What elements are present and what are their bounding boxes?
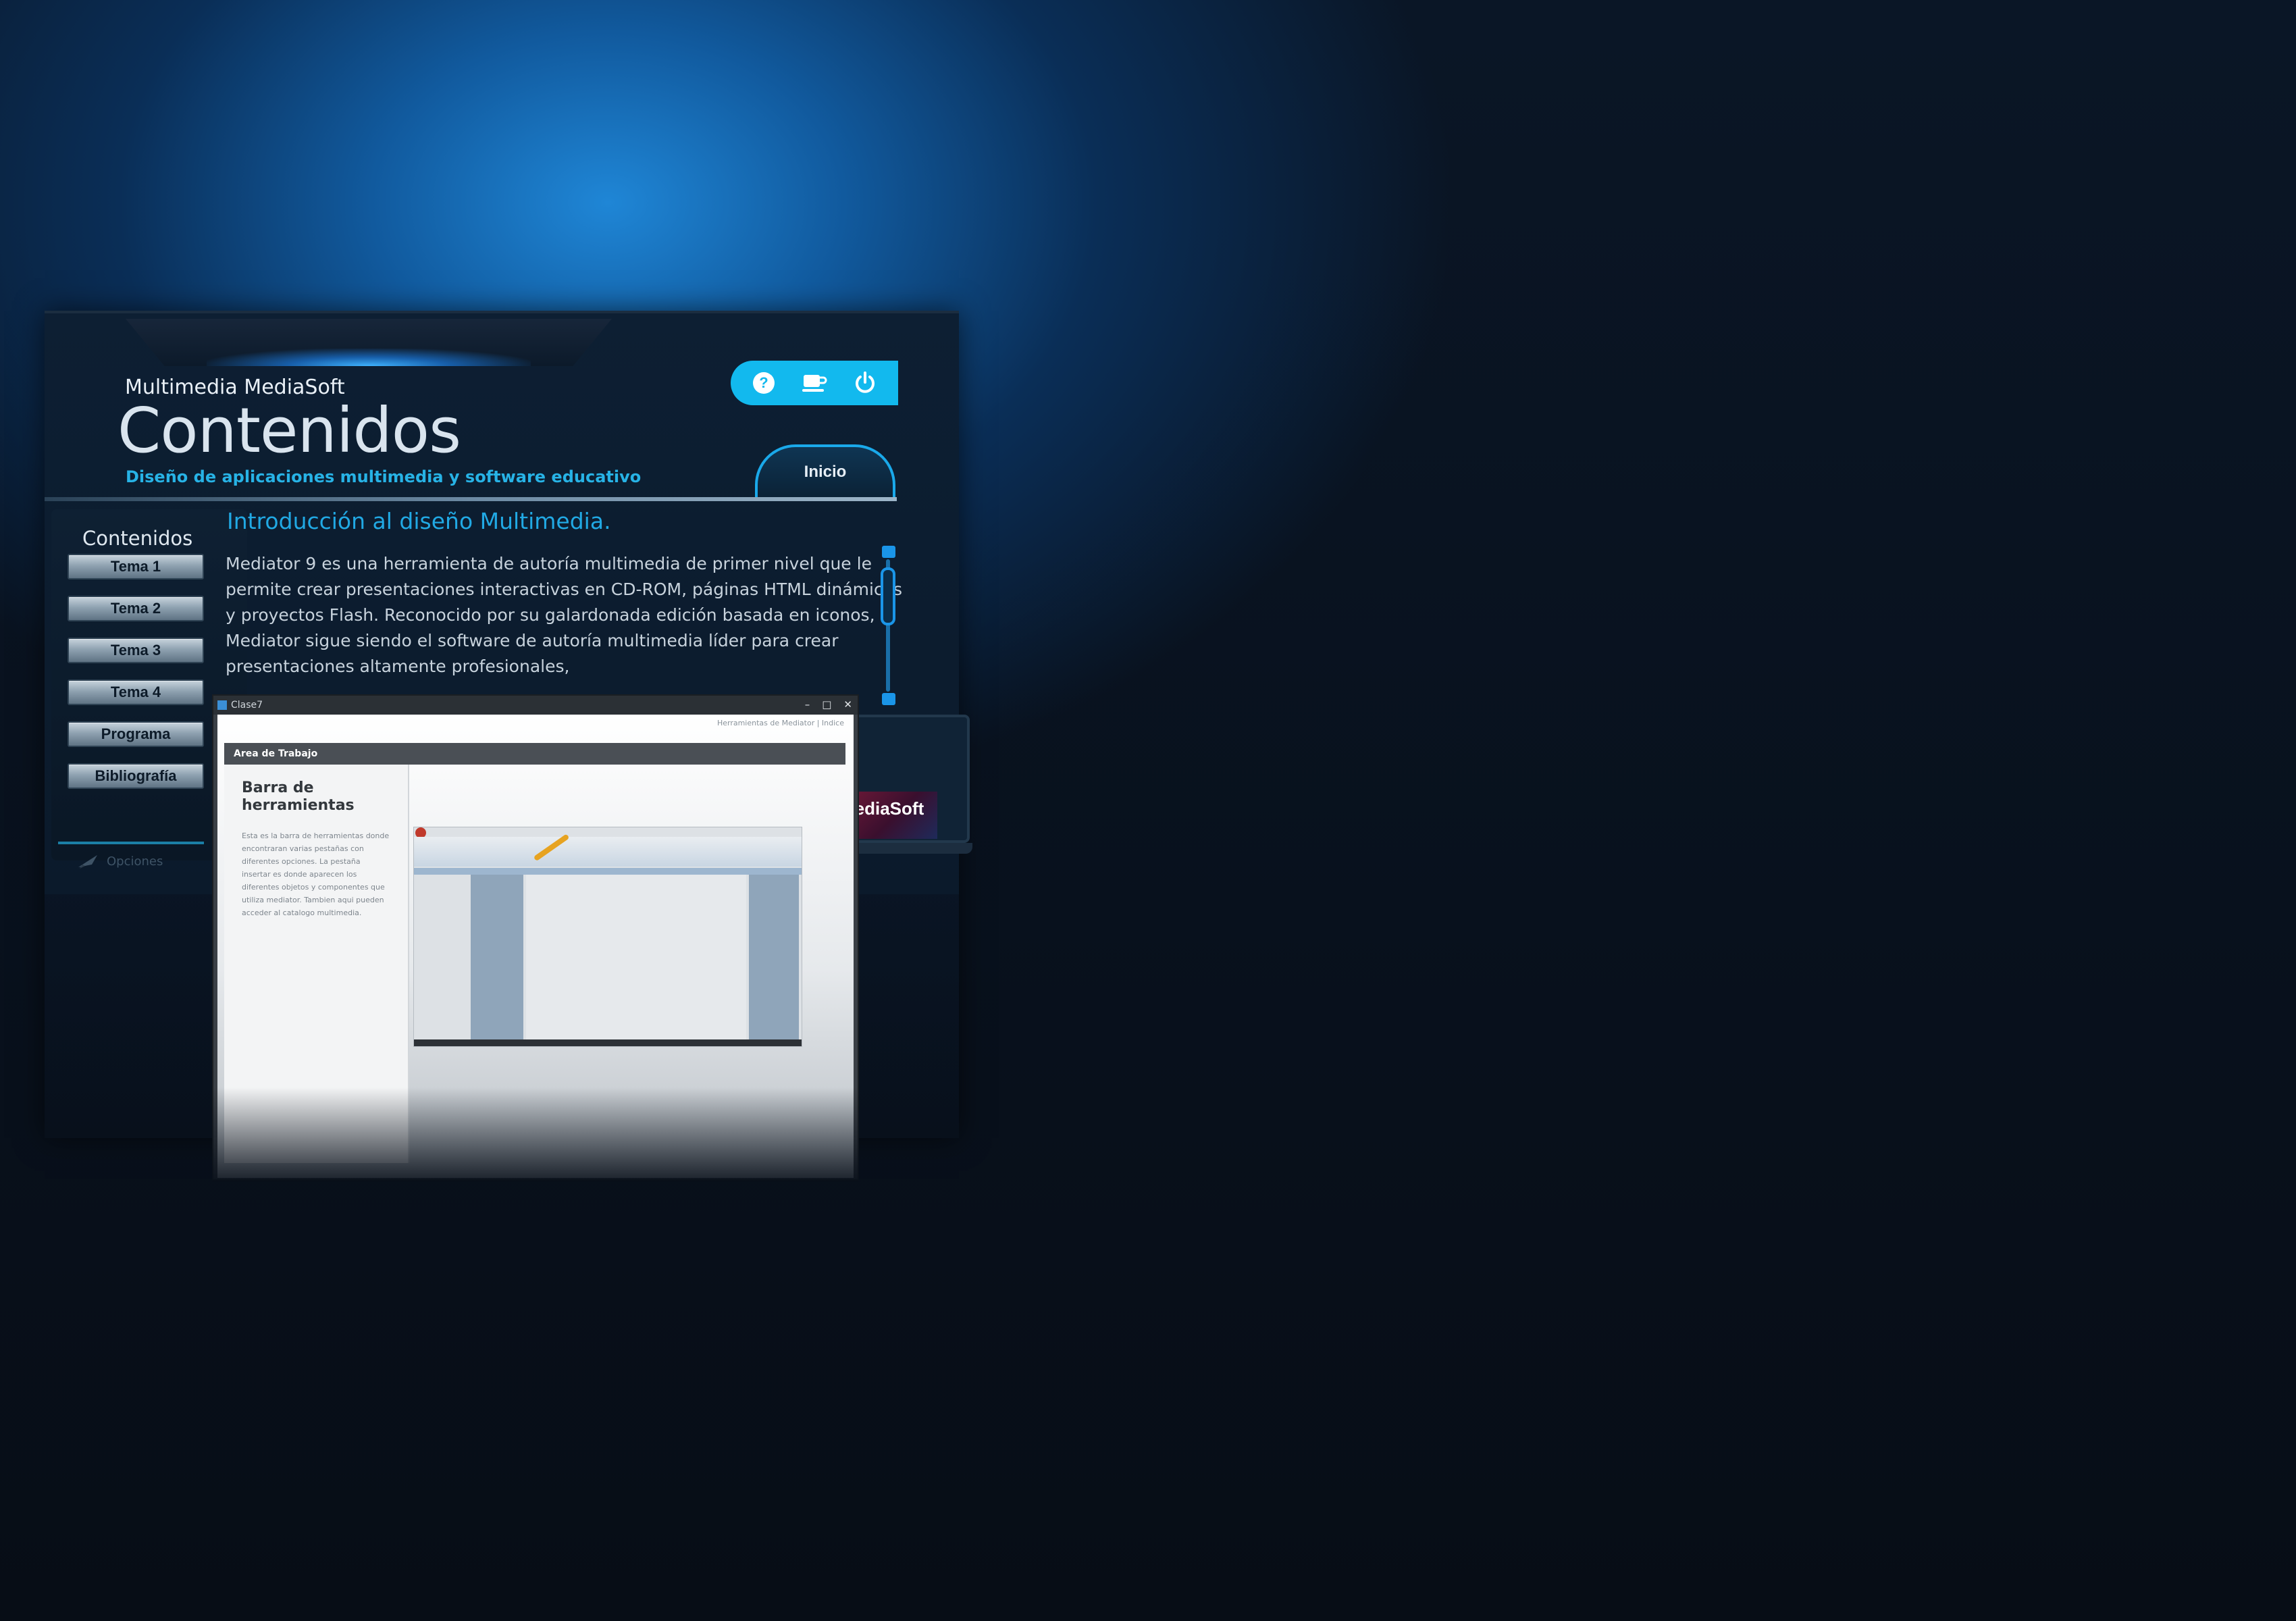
- sidebar-item-tema-2[interactable]: Tema 2: [68, 596, 204, 621]
- page-title: Contenidos: [118, 394, 461, 467]
- inner-status-bar: [414, 1039, 802, 1046]
- embedded-screenshot: Clase7 – □ ✕ Herramientas de Mediator | …: [212, 694, 859, 1181]
- inner-ribbon: [414, 837, 802, 867]
- content-scrollbar[interactable]: [877, 546, 901, 705]
- maximize-icon: □: [822, 698, 832, 711]
- minimize-icon: –: [804, 698, 810, 711]
- app-icon: [217, 700, 227, 710]
- sidebar-item-bibliografia[interactable]: Bibliografía: [68, 763, 204, 789]
- inner-right-panel: [749, 875, 799, 1041]
- sidebar-item-tema-1[interactable]: Tema 1: [68, 554, 204, 580]
- screenshot-section-bar: Area de Trabajo: [224, 743, 845, 765]
- window-controls: – □ ✕: [805, 698, 852, 711]
- sidebar-divider: [58, 842, 204, 844]
- screenshot-breadcrumb: Herramientas de Mediator | Indice: [716, 719, 844, 727]
- help-button[interactable]: ?: [746, 365, 781, 401]
- content-title: Introducción al diseño Multimedia.: [227, 508, 611, 534]
- screenshot-client: Herramientas de Mediator | Indice Area d…: [217, 715, 854, 1178]
- screenshot-titlebar: Clase7 – □ ✕: [213, 696, 858, 715]
- opciones-label: Opciones: [107, 854, 163, 869]
- screenshot-window-title: Clase7: [231, 700, 263, 711]
- coffee-button[interactable]: [797, 365, 832, 401]
- power-button[interactable]: [847, 365, 883, 401]
- help-icon: ?: [753, 372, 775, 394]
- page-subtitle: Diseño de aplicaciones multimedia y soft…: [126, 467, 642, 486]
- sidebar-title: Contenidos: [82, 527, 193, 550]
- inner-ribbon-bar: [414, 868, 802, 875]
- coffee-icon: [802, 375, 827, 392]
- close-icon: ✕: [843, 698, 852, 711]
- scroll-down-icon[interactable]: [882, 693, 895, 705]
- scroll-thumb[interactable]: [881, 567, 895, 625]
- app-window: Multimedia MediaSoft Contenidos Diseño d…: [45, 311, 972, 1182]
- power-icon: [856, 371, 875, 393]
- sidebar-item-tema-4[interactable]: Tema 4: [68, 679, 204, 705]
- sidebar-item-programa[interactable]: Programa: [68, 721, 204, 747]
- screenshot-inner-app: [413, 827, 802, 1047]
- screenshot-paragraph: Esta es la barra de herramientas donde e…: [242, 831, 390, 917]
- header-divider: [45, 497, 897, 501]
- scroll-up-icon[interactable]: [882, 546, 895, 558]
- inner-stage: [526, 875, 746, 1041]
- screenshot-left-panel: Barra de herramientas Esta es la barra d…: [224, 765, 409, 1163]
- rocket-icon: [78, 855, 97, 869]
- content-body: Mediator 9 es una herramienta de autoría…: [226, 554, 903, 676]
- top-glow-decoration: [126, 319, 612, 366]
- opciones-button[interactable]: Opciones: [77, 852, 163, 870]
- sidebar-item-tema-3[interactable]: Tema 3: [68, 638, 204, 663]
- top-toolbar: ?: [731, 361, 898, 405]
- inner-left-panel: [471, 875, 523, 1041]
- inicio-tab[interactable]: Inicio: [755, 444, 895, 497]
- svg-text:?: ?: [759, 374, 768, 391]
- screenshot-heading: Barra de herramientas: [242, 779, 355, 814]
